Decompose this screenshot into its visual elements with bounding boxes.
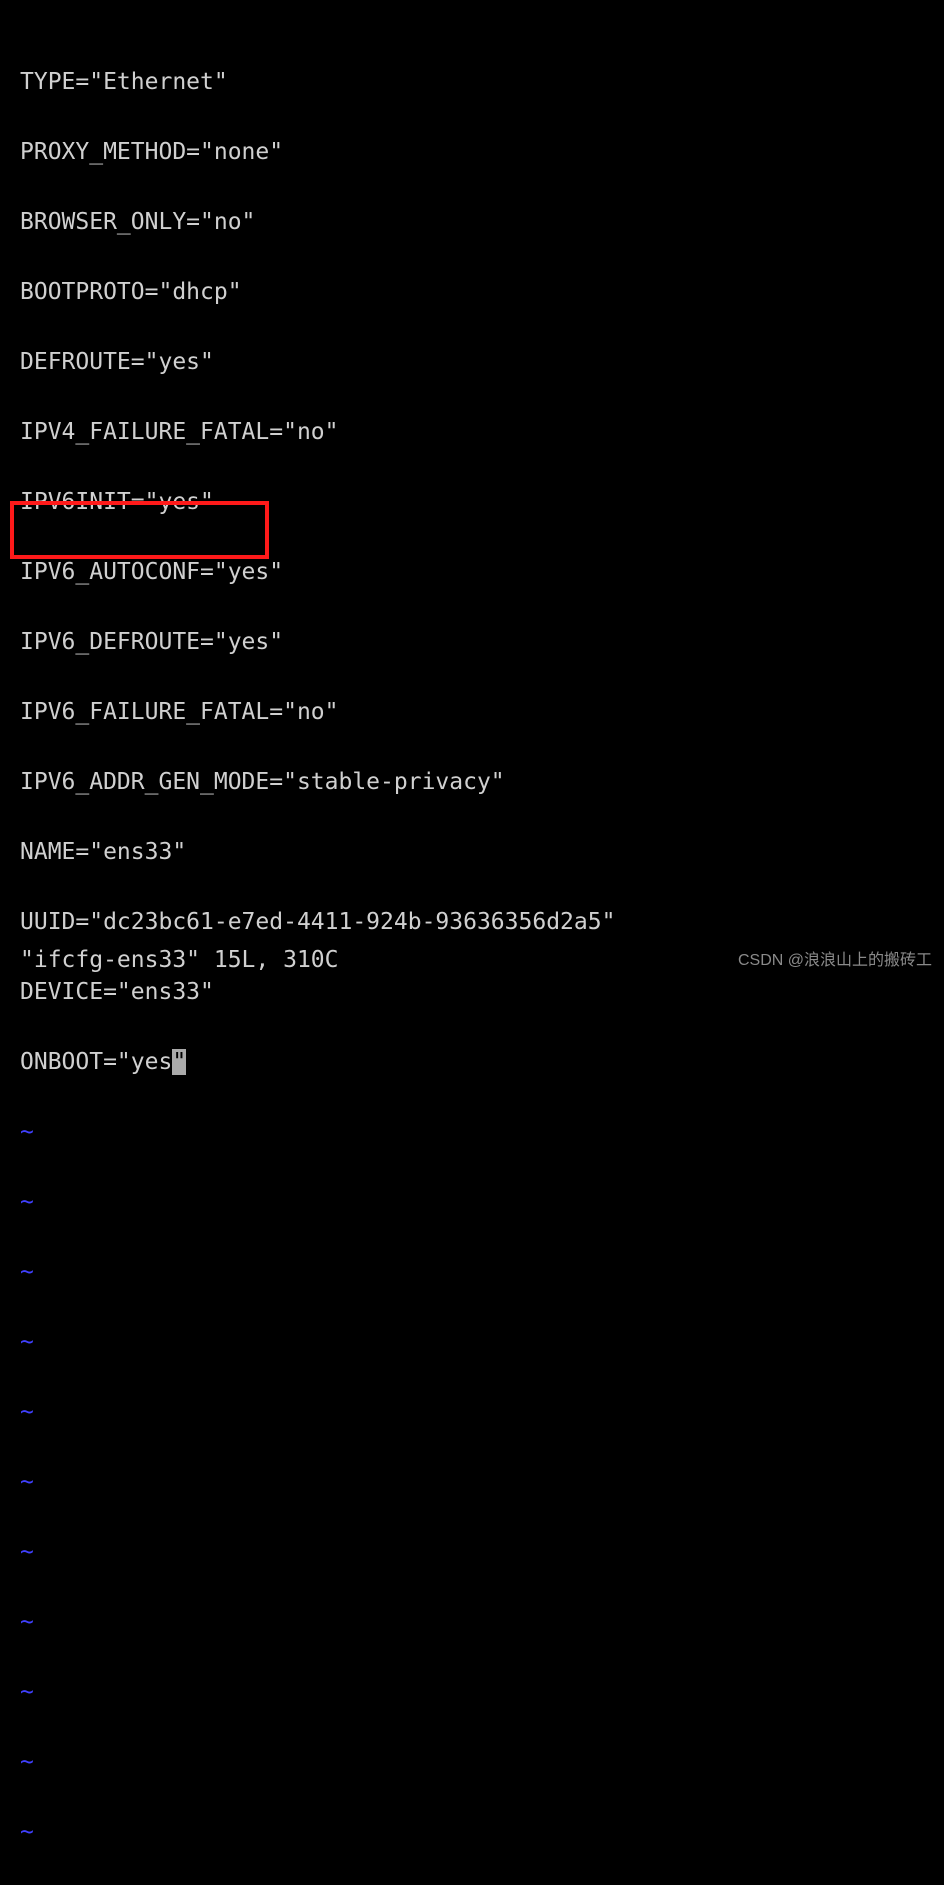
cursor-block: " xyxy=(172,1049,186,1075)
config-line: BOOTPROTO="dhcp" xyxy=(20,275,944,310)
vi-empty-line: ~ xyxy=(20,1255,944,1290)
config-line: IPV6_FAILURE_FATAL="no" xyxy=(20,695,944,730)
config-line: UUID="dc23bc61-e7ed-4411-924b-93636356d2… xyxy=(20,905,944,940)
config-line: IPV6_DEFROUTE="yes" xyxy=(20,625,944,660)
vi-empty-line: ~ xyxy=(20,1465,944,1500)
config-line: IPV6_AUTOCONF="yes" xyxy=(20,555,944,590)
config-line: PROXY_METHOD="none" xyxy=(20,135,944,170)
csdn-watermark: CSDN @浪浪山上的搬砖工 xyxy=(738,943,932,978)
config-line: DEVICE="ens33" xyxy=(20,975,944,1010)
config-line: BROWSER_ONLY="no" xyxy=(20,205,944,240)
vi-empty-line: ~ xyxy=(20,1815,944,1850)
config-line-onboot: ONBOOT="yes" xyxy=(20,1045,944,1080)
vi-status-line: "ifcfg-ens33" 15L, 310C xyxy=(20,943,339,978)
vi-empty-line: ~ xyxy=(20,1395,944,1430)
vi-empty-line: ~ xyxy=(20,1605,944,1640)
vi-empty-line: ~ xyxy=(20,1675,944,1710)
vi-empty-line: ~ xyxy=(20,1325,944,1360)
vi-empty-line: ~ xyxy=(20,1185,944,1220)
config-line: DEFROUTE="yes" xyxy=(20,345,944,380)
config-line: IPV4_FAILURE_FATAL="no" xyxy=(20,415,944,450)
onboot-text: ONBOOT="yes xyxy=(20,1049,172,1075)
vi-empty-line: ~ xyxy=(20,1535,944,1570)
config-line: TYPE="Ethernet" xyxy=(20,65,944,100)
vi-empty-line: ~ xyxy=(20,1745,944,1780)
config-line: IPV6INIT="yes" xyxy=(20,485,944,520)
config-line: NAME="ens33" xyxy=(20,835,944,870)
config-line: IPV6_ADDR_GEN_MODE="stable-privacy" xyxy=(20,765,944,800)
vi-empty-line: ~ xyxy=(20,1115,944,1150)
